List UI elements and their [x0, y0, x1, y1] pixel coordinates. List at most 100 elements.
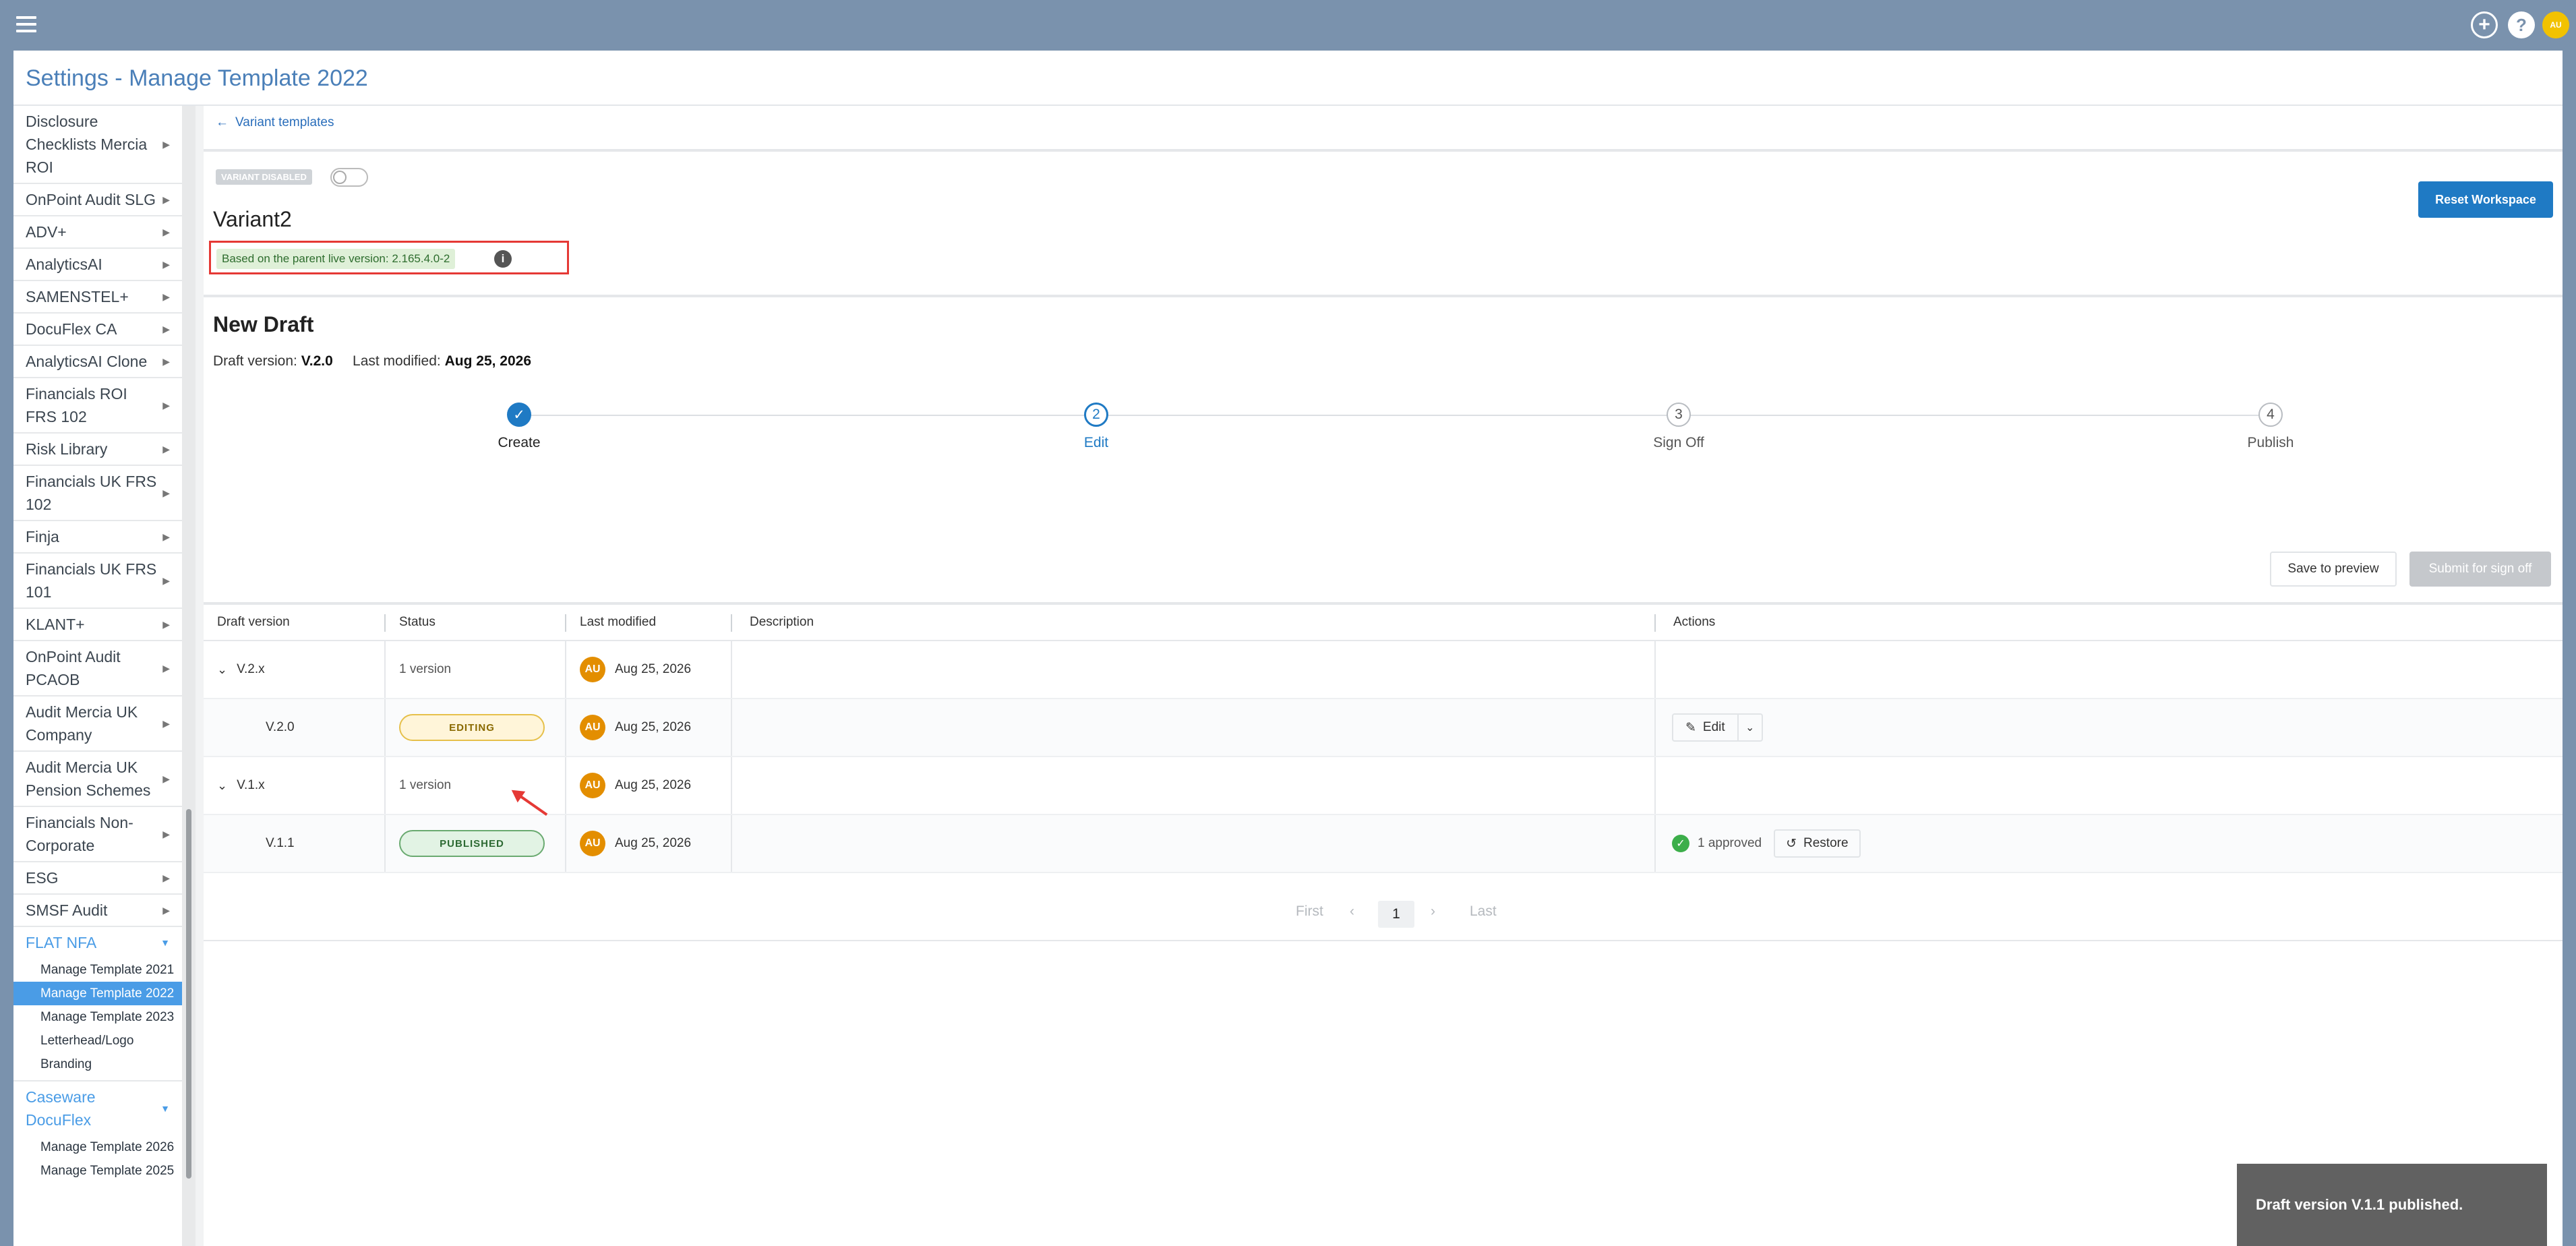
arrow-left-icon: ←	[216, 115, 229, 129]
caret-right-icon: ▶	[162, 400, 170, 411]
stepper-line	[519, 415, 2271, 416]
add-icon[interactable]: +	[2471, 11, 2498, 38]
submenu-item[interactable]: Manage Template 2025	[13, 1159, 182, 1183]
sidebar-item[interactable]: SAMENSTEL+ ▶	[13, 281, 182, 314]
sidebar-item[interactable]: ADV+ ▶	[13, 216, 182, 249]
caret-right-icon: ▶	[162, 829, 170, 839]
submenu-item[interactable]: Manage Template 2026	[13, 1135, 182, 1159]
sidebar-item[interactable]: Finja ▶	[13, 521, 182, 554]
flat-nfa-submenu: Manage Template 2021 Manage Template 202…	[13, 958, 182, 1081]
sidebar-item[interactable]: Financials ROI FRS 102 ▶	[13, 378, 182, 434]
column-header: Status	[399, 615, 436, 629]
restore-icon: ↺	[1786, 836, 1797, 851]
sidebar-group-flat-nfa[interactable]: FLAT NFA ▼	[13, 927, 182, 958]
sidebar-item[interactable]: OnPoint Audit PCAOB ▶	[13, 641, 182, 696]
parent-version-highlight: Based on the parent live version: 2.165.…	[209, 241, 569, 274]
caret-right-icon: ▶	[162, 905, 170, 916]
sidebar-item[interactable]: Disclosure Checklists Mercia ROI ▶	[13, 106, 182, 184]
step-number: 3	[1667, 403, 1691, 427]
caret-right-icon: ▶	[162, 619, 170, 630]
info-icon[interactable]: i	[494, 250, 512, 268]
last-page-link[interactable]: Last	[1470, 903, 1497, 920]
variant-status-badge: VARIANT DISABLED	[216, 169, 312, 185]
hamburger-menu-icon[interactable]	[16, 16, 36, 34]
sidebar-item[interactable]: Financials UK FRS 101 ▶	[13, 554, 182, 609]
caret-down-icon: ▼	[160, 1103, 170, 1114]
pagination: First ‹ 1 › Last	[204, 890, 2563, 941]
submenu-item-active[interactable]: Manage Template 2022	[13, 982, 182, 1005]
current-page[interactable]: 1	[1378, 901, 1414, 928]
first-page-link[interactable]: First	[1296, 903, 1323, 920]
sidebar-item[interactable]: AnalyticsAI ▶	[13, 249, 182, 281]
table-row-group: ⌄ V.1.x 1 version AU Aug 25, 2026	[204, 757, 2563, 815]
sidebar-item[interactable]: AnalyticsAI Clone ▶	[13, 346, 182, 378]
draft-title: New Draft	[213, 312, 314, 336]
table-row: V.1.1 PUBLISHED AU Aug 25, 2026 ✓ 1 appro…	[204, 815, 2563, 873]
caret-right-icon: ▶	[162, 531, 170, 542]
sidebar-group-caseware-docuflex[interactable]: Caseware DocuFlex ▼	[13, 1081, 182, 1135]
caret-right-icon: ▶	[162, 718, 170, 729]
sidebar-item[interactable]: KLANT+ ▶	[13, 609, 182, 641]
submit-for-sign-off-button[interactable]: Submit for sign off	[2409, 552, 2551, 587]
step-number: 4	[2258, 403, 2283, 427]
caret-right-icon: ▶	[162, 139, 170, 150]
step-sign-off: 3 Sign Off	[1611, 403, 1746, 451]
caret-right-icon: ▶	[162, 324, 170, 334]
sidebar-item[interactable]: Financials UK FRS 102 ▶	[13, 466, 182, 521]
chevron-down-icon[interactable]: ⌄	[1737, 715, 1762, 740]
sidebar-item[interactable]: Risk Library ▶	[13, 434, 182, 466]
variant-name: Variant2	[213, 207, 292, 231]
caret-right-icon: ▶	[162, 487, 170, 498]
submenu-item[interactable]: Manage Template 2023	[13, 1005, 182, 1029]
reset-workspace-button[interactable]: Reset Workspace	[2418, 181, 2553, 218]
caret-right-icon: ▶	[162, 663, 170, 674]
user-avatar: AU	[580, 773, 605, 798]
step-number: 2	[1084, 403, 1108, 427]
sidebar-scrollbar-thumb[interactable]	[186, 809, 191, 1179]
caret-right-icon: ▶	[162, 444, 170, 454]
restore-button[interactable]: ↺ Restore	[1774, 829, 1861, 858]
sidebar-item[interactable]: DocuFlex CA ▶	[13, 314, 182, 346]
page-title: Settings - Manage Template 2022	[26, 65, 368, 91]
chevron-down-icon[interactable]: ⌄	[217, 779, 227, 793]
back-link[interactable]: ← Variant templates	[216, 115, 334, 130]
save-to-preview-button[interactable]: Save to preview	[2270, 552, 2397, 587]
sidebar-item[interactable]: ESG ▶	[13, 862, 182, 895]
caret-right-icon: ▶	[162, 291, 170, 302]
status-badge: EDITING	[399, 714, 545, 741]
submenu-item[interactable]: Branding	[13, 1052, 182, 1076]
user-avatar: AU	[580, 657, 605, 682]
sidebar-item[interactable]: OnPoint Audit SLG ▶	[13, 184, 182, 216]
submenu-item[interactable]: Manage Template 2021	[13, 958, 182, 982]
submenu-item[interactable]: Letterhead/Logo	[13, 1029, 182, 1052]
caret-down-icon: ▼	[160, 937, 170, 948]
edit-button[interactable]: ✎ Edit	[1673, 720, 1737, 736]
sidebar-item[interactable]: Audit Mercia UK Pension Schemes ▶	[13, 752, 182, 807]
variant-toggle[interactable]	[330, 168, 368, 187]
table-row-group: ⌄ V.2.x 1 version AU Aug 25, 2026	[204, 641, 2563, 699]
sidebar-item[interactable]: SMSF Audit ▶	[13, 895, 182, 927]
step-edit: 2 Edit	[1029, 403, 1164, 451]
approval-count: 1 approved	[1698, 836, 1762, 850]
sidebar-item[interactable]: Audit Mercia UK Company ▶	[13, 696, 182, 752]
sidebar-item[interactable]: Financials Non-Corporate ▶	[13, 807, 182, 862]
top-bar: + ? AU	[0, 0, 2576, 51]
column-header: Draft version	[217, 615, 290, 629]
column-header: Actions	[1673, 615, 1716, 629]
caret-right-icon: ▶	[162, 259, 170, 270]
sidebar: Disclosure Checklists Mercia ROI ▶ OnPoin…	[13, 106, 182, 1246]
edit-button-group: ✎ Edit ⌄	[1672, 713, 1763, 742]
toast-notification: Draft version V.1.1 published.	[2237, 1164, 2547, 1246]
chevron-down-icon[interactable]: ⌄	[217, 663, 227, 677]
pencil-icon: ✎	[1685, 720, 1696, 735]
user-avatar[interactable]: AU	[2542, 11, 2569, 38]
chevron-right-icon[interactable]: ›	[1431, 903, 1435, 920]
caret-right-icon: ▶	[162, 227, 170, 237]
draft-meta: Draft version: V.2.0 Last modified: Aug …	[213, 353, 532, 369]
check-icon: ✓	[507, 403, 531, 427]
status-badge: PUBLISHED	[399, 830, 545, 857]
chevron-left-icon[interactable]: ‹	[1350, 903, 1354, 920]
help-icon[interactable]: ?	[2508, 11, 2535, 38]
caret-right-icon: ▶	[162, 773, 170, 784]
column-header: Last modified	[580, 615, 657, 629]
